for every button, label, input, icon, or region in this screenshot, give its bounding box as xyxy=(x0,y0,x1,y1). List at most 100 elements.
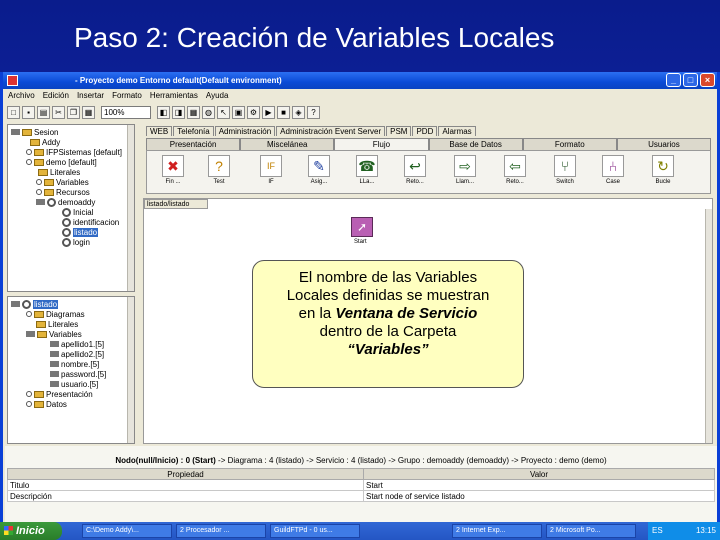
tab-administracion-event-server[interactable]: Administración Event Server xyxy=(276,126,386,136)
tree-node-demo[interactable]: demo [default] xyxy=(26,157,97,167)
save-icon[interactable]: ▪ xyxy=(22,105,35,119)
tree-scrollbar[interactable] xyxy=(127,125,134,291)
tree-node-login[interactable]: login xyxy=(62,237,90,247)
tree-node-variables-2[interactable]: Variables xyxy=(26,329,82,339)
folder-icon xyxy=(34,310,44,318)
tab-usuarios[interactable]: Usuarios xyxy=(616,138,712,150)
zoom-select[interactable]: 100% xyxy=(101,105,151,119)
tree-node-identificacion[interactable]: identificacion xyxy=(62,217,119,227)
palette-fin[interactable]: ✖ Fin ... xyxy=(153,155,193,193)
canvas-tab[interactable]: listado/listado xyxy=(144,199,208,209)
canvas-scrollbar[interactable] xyxy=(705,209,712,443)
expand-icon[interactable] xyxy=(36,179,42,185)
tree-node-apellido1[interactable]: apellido1.[5] xyxy=(50,339,104,349)
maximize-button[interactable]: □ xyxy=(683,73,698,87)
grid-icon[interactable]: ▦ xyxy=(187,105,200,119)
copy-icon[interactable]: ❐ xyxy=(67,105,80,119)
menu-insertar[interactable]: Insertar xyxy=(77,90,104,102)
help-icon[interactable]: ? xyxy=(307,105,320,119)
settings-icon[interactable]: ⚙ xyxy=(247,105,260,119)
new-file-icon[interactable]: □ xyxy=(7,105,20,119)
palette-asignar[interactable]: ✎ Asig... xyxy=(299,155,339,193)
palette-llamada[interactable]: ☎ LLa... xyxy=(347,155,387,193)
tree-node-listado-root[interactable]: listado xyxy=(11,299,59,309)
menu-herramientas[interactable]: Herramientas xyxy=(150,90,198,102)
palette-test[interactable]: ? Test xyxy=(199,155,239,193)
print-icon[interactable]: ▤ xyxy=(37,105,50,119)
tree-node-nombre[interactable]: nombre.[5] xyxy=(50,359,99,369)
start-node-icon[interactable]: ➚ xyxy=(351,217,373,237)
window-title: - Proyecto demo Entorno default(Default … xyxy=(75,76,282,85)
tab-psm[interactable]: PSM xyxy=(386,126,412,136)
task-guildftpd[interactable]: GuildFTPd - 0 us... xyxy=(270,524,360,538)
tab-formato[interactable]: Formato xyxy=(522,138,617,150)
start-button[interactable]: Inicio xyxy=(0,522,62,540)
gear-icon xyxy=(62,227,71,237)
close-button[interactable]: × xyxy=(700,73,715,87)
align-left-icon[interactable]: ◧ xyxy=(157,105,170,119)
tab-pdd[interactable]: PDD xyxy=(412,126,438,136)
task-procesador[interactable]: 2 Procesador ... xyxy=(176,524,266,538)
palette-if[interactable]: IF IF xyxy=(251,155,291,193)
expand-icon[interactable] xyxy=(36,189,42,195)
palette-retorno[interactable]: ↩ Reto... xyxy=(395,155,435,193)
paste-icon[interactable]: ▦ xyxy=(82,105,95,119)
tree-node-usuario[interactable]: usuario.[5] xyxy=(50,379,98,389)
palette-llamada-2[interactable]: ⇨ Llam... xyxy=(445,155,485,193)
tab-web[interactable]: WEB xyxy=(146,126,173,136)
tree-node-literales[interactable]: Literales xyxy=(38,167,80,177)
tab-alarmas[interactable]: Alarmas xyxy=(438,126,476,136)
tree-node-apellido2[interactable]: apellido2.[5] xyxy=(50,349,104,359)
menu-archivo[interactable]: Archivo xyxy=(8,90,35,102)
task-powerpoint[interactable]: 2 Microsoft Po... xyxy=(546,524,636,538)
tab-presentacion[interactable]: Presentación xyxy=(146,138,241,150)
cut-icon[interactable]: ✂ xyxy=(52,105,65,119)
tab-telefonia[interactable]: Telefonía xyxy=(173,126,214,136)
tree-node-variables[interactable]: Variables xyxy=(36,177,89,187)
tree-node-presentacion[interactable]: Presentación xyxy=(26,389,93,399)
expand-icon[interactable] xyxy=(26,391,32,397)
tab-miscelanea[interactable]: Miscelánea xyxy=(240,138,335,150)
pointer-icon[interactable]: ↖ xyxy=(217,105,230,119)
task-explorer[interactable]: C:\Demo Addy\... xyxy=(82,524,172,538)
palette-case[interactable]: ⑃ Case xyxy=(593,155,633,193)
debug-icon[interactable]: ◈ xyxy=(292,105,305,119)
menu-ayuda[interactable]: Ayuda xyxy=(206,90,229,102)
tree-node-demoaddy[interactable]: demoaddy xyxy=(36,197,95,207)
globe-icon[interactable]: ◍ xyxy=(202,105,215,119)
tab-flujo[interactable]: Flujo xyxy=(334,138,429,150)
run-icon[interactable]: ▶ xyxy=(262,105,275,119)
image-icon[interactable]: ▣ xyxy=(232,105,245,119)
expand-icon[interactable] xyxy=(26,149,32,155)
expand-icon[interactable] xyxy=(26,311,32,317)
task-internet-explorer[interactable]: 2 Internet Exp... xyxy=(452,524,542,538)
tree-node-sesion[interactable]: Sesion xyxy=(11,127,58,137)
table-row[interactable]: Descripción Start node of service listad… xyxy=(7,490,715,502)
menu-edicion[interactable]: Edición xyxy=(43,90,69,102)
palette-retorno-2[interactable]: ⇦ Reto... xyxy=(495,155,535,193)
language-indicator[interactable]: ES xyxy=(652,522,663,540)
taskbar: Inicio C:\Demo Addy\... 2 Procesador ...… xyxy=(0,522,720,540)
tree-node-password[interactable]: password.[5] xyxy=(50,369,106,379)
tree-node-literales-2[interactable]: Literales xyxy=(36,319,78,329)
tree-node-listado[interactable]: listado xyxy=(62,227,99,237)
service-tree-scrollbar[interactable] xyxy=(127,297,134,443)
expand-icon[interactable] xyxy=(26,401,32,407)
tree-node-diagramas[interactable]: Diagramas xyxy=(26,309,85,319)
tree-node-inicial[interactable]: Inicial xyxy=(62,207,93,217)
tree-node-ifpsistemas[interactable]: IFPSistemas [default] xyxy=(26,147,122,157)
minimize-button[interactable]: _ xyxy=(666,73,681,87)
tab-administracion[interactable]: Administración xyxy=(214,126,276,136)
palette-bucle[interactable]: ↻ Bucle xyxy=(643,155,683,193)
table-row[interactable]: Titulo Start xyxy=(7,479,715,491)
window-titlebar[interactable]: - Proyecto demo Entorno default(Default … xyxy=(3,72,717,89)
menu-formato[interactable]: Formato xyxy=(112,90,142,102)
tab-base-de-datos[interactable]: Base de Datos xyxy=(428,138,523,150)
expand-icon[interactable] xyxy=(26,159,32,165)
stop-icon[interactable]: ■ xyxy=(277,105,290,119)
tree-node-datos[interactable]: Datos xyxy=(26,399,67,409)
tree-node-addy[interactable]: Addy xyxy=(30,137,60,147)
tree-node-recursos[interactable]: Recursos xyxy=(36,187,90,197)
align-right-icon[interactable]: ◨ xyxy=(172,105,185,119)
palette-switch[interactable]: ⑂ Switch xyxy=(545,155,585,193)
